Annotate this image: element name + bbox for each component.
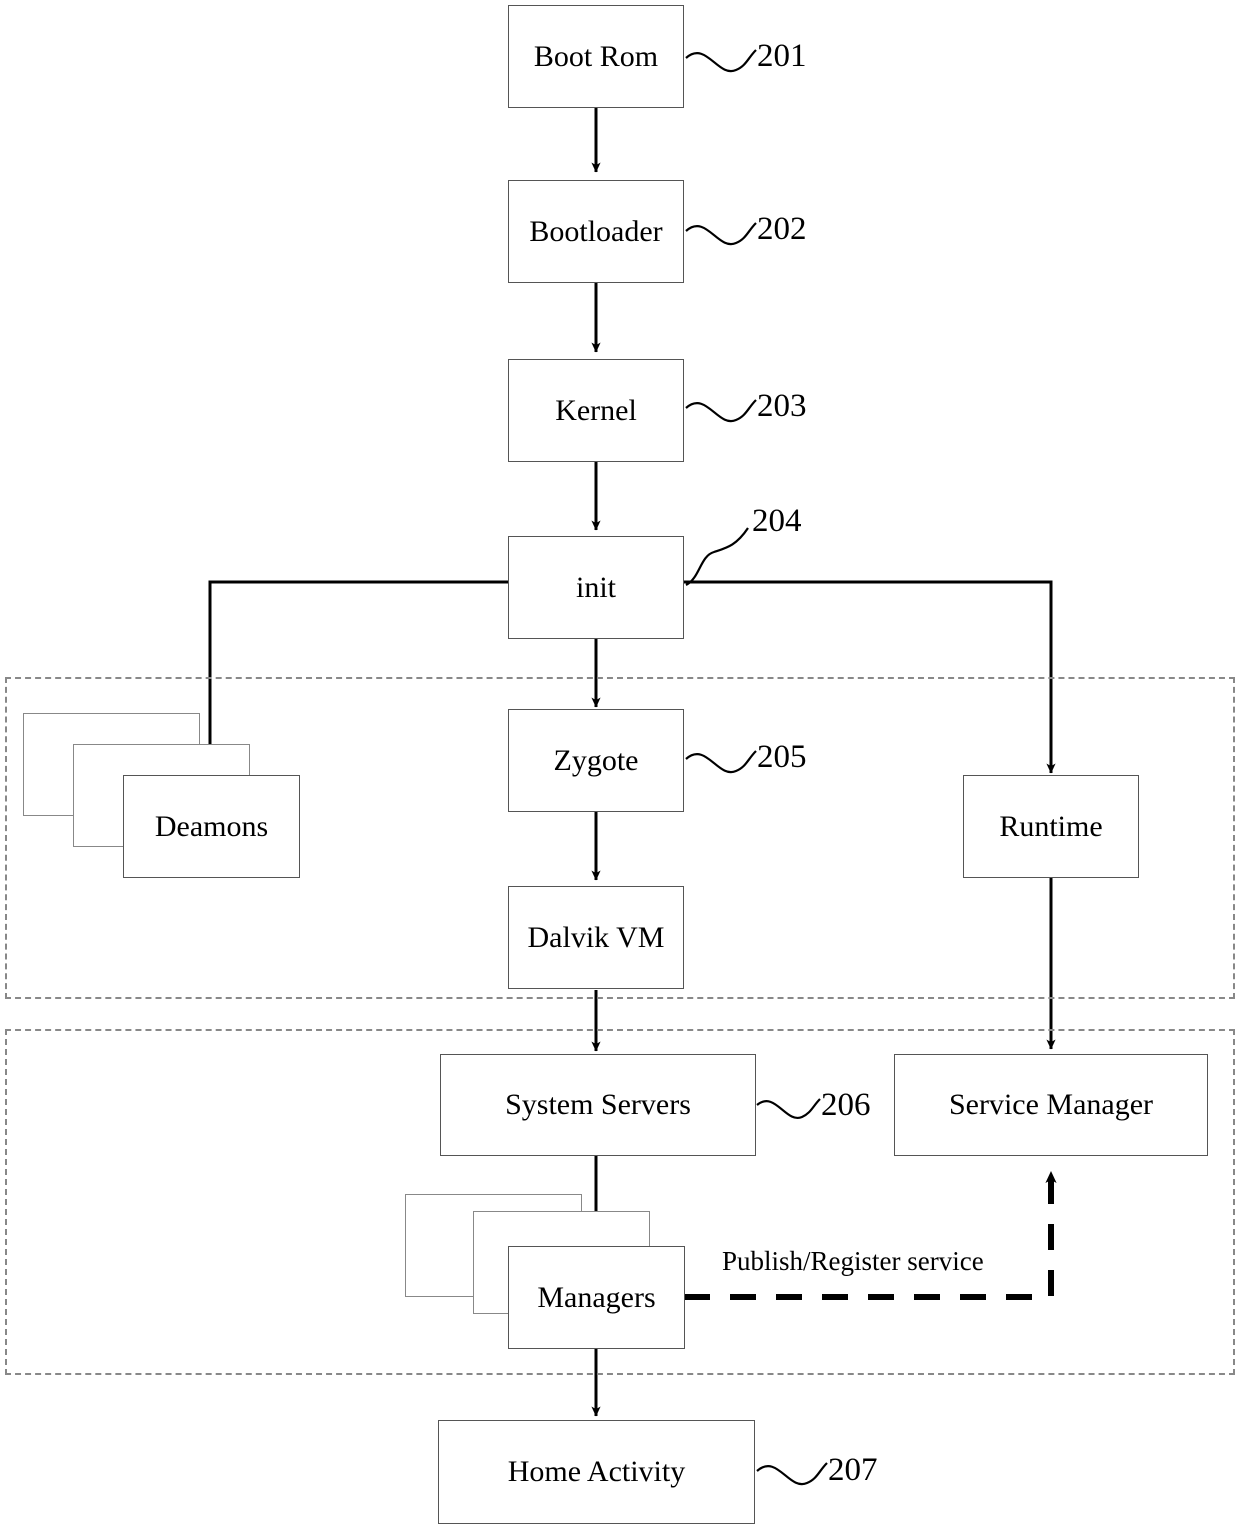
ref-label-206: 206	[821, 1087, 871, 1123]
ref-label-204: 204	[752, 503, 802, 539]
node-kernel[interactable]: Kernel	[508, 359, 684, 462]
ref-label-207: 207	[828, 1452, 878, 1488]
node-kernel-label: Kernel	[555, 393, 637, 427]
node-dalvik-vm[interactable]: Dalvik VM	[508, 886, 684, 989]
leader-201	[685, 49, 757, 73]
node-init-label: init	[575, 570, 616, 604]
node-runtime[interactable]: Runtime	[963, 775, 1139, 878]
ref-label-205: 205	[757, 739, 807, 775]
node-runtime-label: Runtime	[999, 809, 1103, 843]
node-deamons[interactable]: Deamons	[123, 775, 300, 878]
leader-204	[685, 527, 749, 586]
node-deamons-label: Deamons	[154, 809, 269, 843]
node-system-servers[interactable]: System Servers	[440, 1054, 756, 1156]
node-boot-rom[interactable]: Boot Rom	[508, 5, 684, 108]
node-home-activity[interactable]: Home Activity	[438, 1420, 755, 1524]
leader-202	[685, 222, 757, 246]
node-init[interactable]: init	[508, 536, 684, 639]
node-system-servers-label: System Servers	[505, 1088, 691, 1121]
node-bootloader[interactable]: Bootloader	[508, 180, 684, 283]
node-home-activity-label: Home Activity	[507, 1455, 686, 1488]
node-service-manager[interactable]: Service Manager	[894, 1054, 1208, 1156]
leader-207	[756, 1462, 828, 1486]
boot-sequence-diagram: Boot Rom Bootloader Kernel init Deamons …	[0, 0, 1240, 1528]
leader-203	[685, 399, 757, 423]
node-zygote[interactable]: Zygote	[508, 709, 684, 812]
node-managers-label: Managers	[537, 1280, 656, 1314]
ref-label-202: 202	[757, 211, 807, 247]
node-bootloader-label: Bootloader	[529, 214, 663, 248]
node-service-manager-label: Service Manager	[948, 1088, 1154, 1121]
publish-register-service-label: Publish/Register service	[722, 1246, 984, 1276]
ref-label-201: 201	[757, 38, 807, 74]
ref-label-203: 203	[757, 388, 807, 424]
node-boot-rom-label: Boot Rom	[533, 39, 659, 73]
node-dalvik-vm-label: Dalvik VM	[527, 920, 665, 954]
node-managers[interactable]: Managers	[508, 1246, 685, 1349]
node-zygote-label: Zygote	[553, 743, 639, 777]
